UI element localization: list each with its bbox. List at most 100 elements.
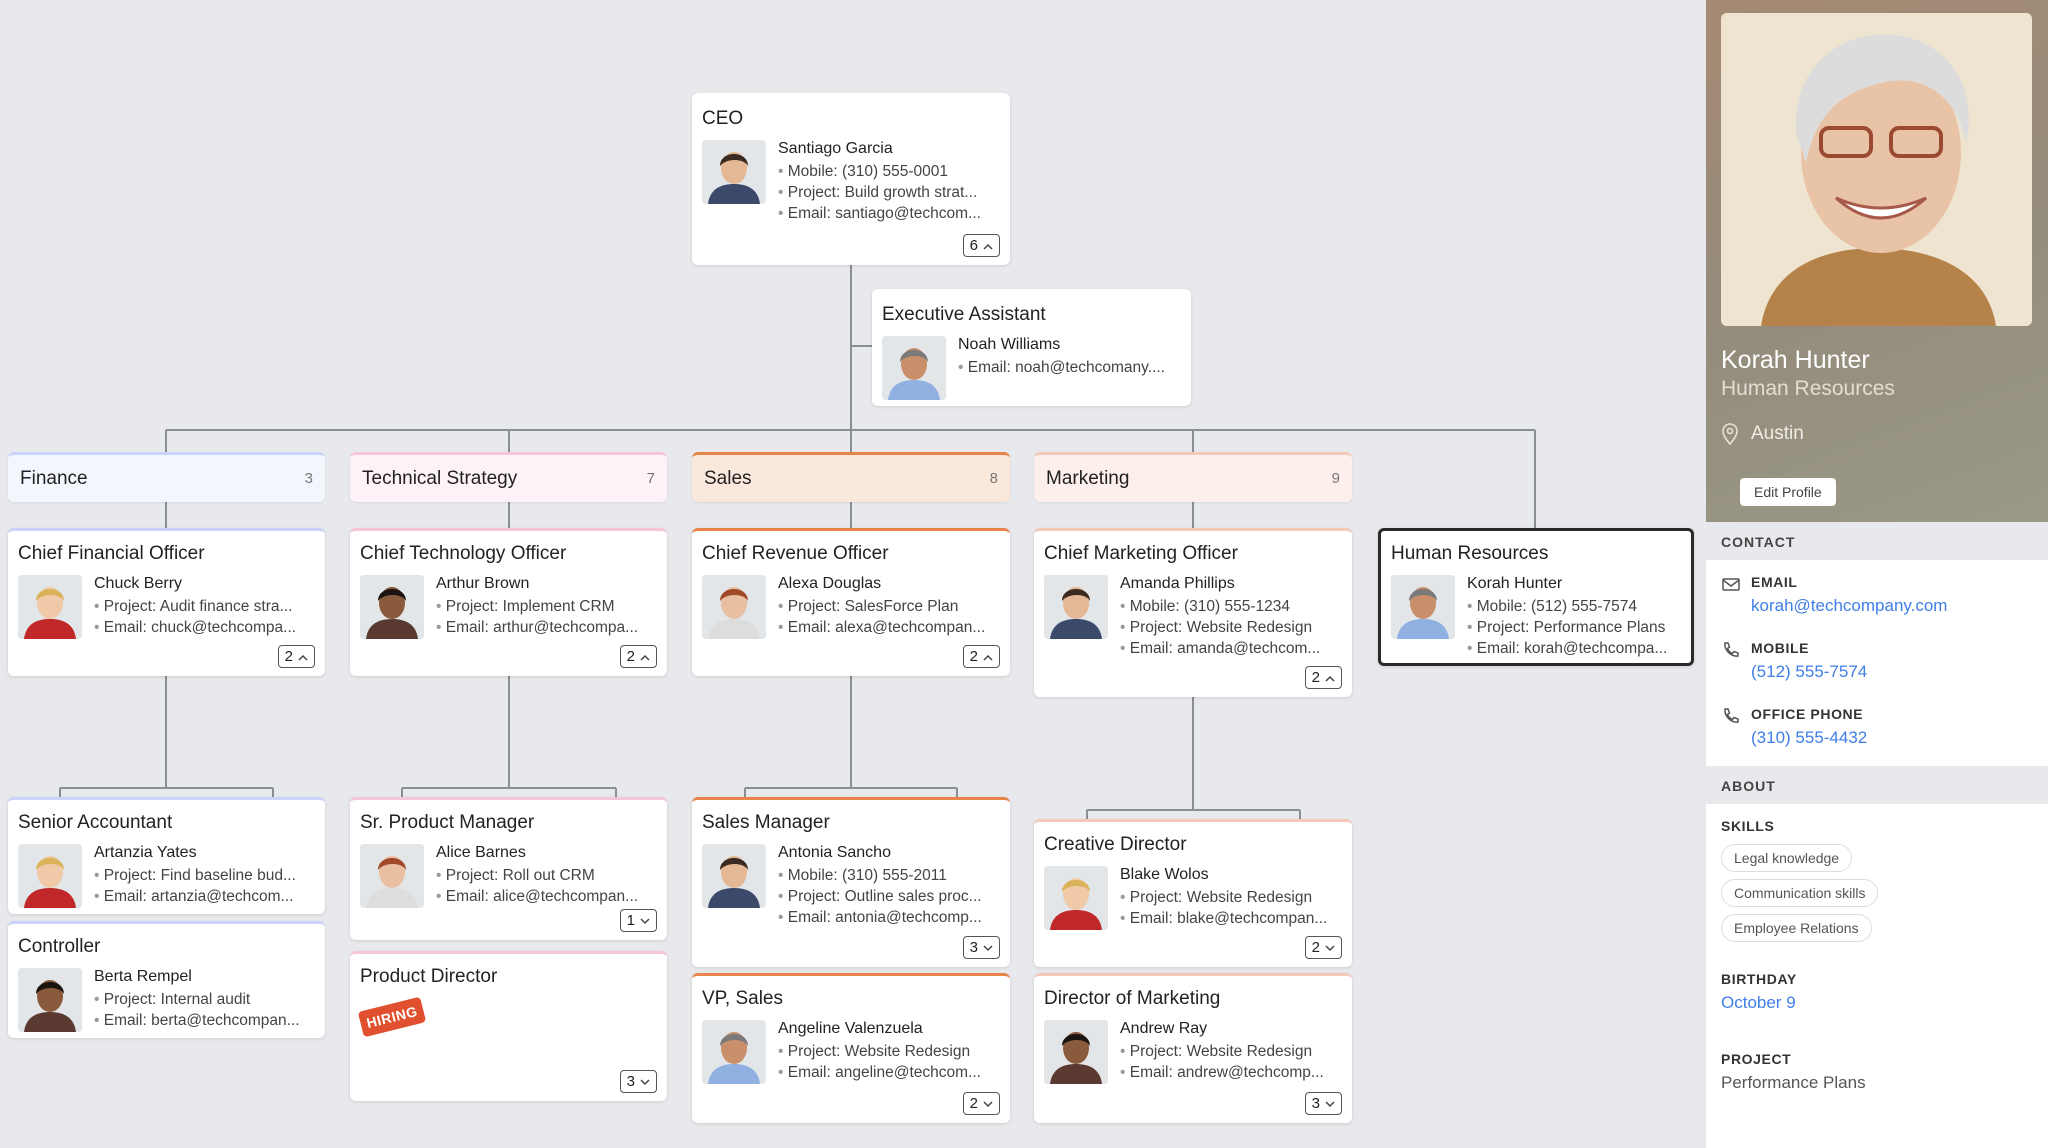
card-body: Arthur Brown Project: Implement CRMEmail:…	[360, 575, 657, 639]
mobile-label: MOBILE	[1751, 640, 1810, 656]
report-count: 2	[969, 1095, 978, 1112]
avatar	[1044, 866, 1108, 930]
card-info: Santiago Garcia Mobile: (310) 555-0001Pro…	[778, 140, 1000, 224]
report-count: 2	[626, 648, 635, 665]
detail-line: Project: Audit finance stra...	[94, 596, 315, 617]
department-header-mkt[interactable]: Marketing 9	[1034, 452, 1352, 502]
expand-reports-button[interactable]: 2	[1304, 666, 1342, 689]
expand-reports-button[interactable]: 2	[277, 645, 315, 668]
detail-line: Email: korah@techcompa...	[1467, 638, 1681, 659]
org-card-cto[interactable]: Chief Technology Officer Arthur Brown Proj…	[350, 528, 667, 676]
avatar	[18, 844, 82, 908]
card-body: Artanzia Yates Project: Find baseline bud…	[18, 844, 315, 908]
detail-line: Email: antonia@techcomp...	[778, 907, 1000, 928]
card-title: Human Resources	[1391, 543, 1549, 564]
employee-name: Korah Hunter	[1467, 575, 1563, 592]
org-card-ceo[interactable]: CEO Santiago Garcia Mobile: (310) 555-0001…	[692, 93, 1010, 265]
card-info: Andrew Ray Project: Website RedesignEmail…	[1120, 1020, 1342, 1084]
report-count: 1	[626, 912, 635, 929]
profile-header: Korah Hunter Human Resources Austin Edit…	[1706, 0, 2048, 522]
department-header-sales[interactable]: Sales 8	[692, 452, 1010, 502]
card-info: Blake Wolos Project: Website RedesignEmai…	[1120, 866, 1342, 930]
org-card-ctrl[interactable]: Controller Berta Rempel Project: Internal …	[8, 921, 325, 1038]
detail-line: Email: alice@techcompan...	[436, 886, 657, 907]
department-count: 9	[1331, 470, 1340, 487]
skill-chip: Legal knowledge	[1721, 844, 1853, 872]
detail-line: Email: amanda@techcom...	[1120, 638, 1342, 659]
org-card-sm[interactable]: Sales Manager Antonia Sancho Mobile: (310)…	[692, 797, 1010, 967]
chevron-down-icon	[983, 939, 993, 956]
department-name: Sales	[704, 467, 752, 489]
mobile-link[interactable]: (512) 555-7574	[1751, 662, 1867, 682]
department-count: 8	[989, 470, 998, 487]
card-body: Alice Barnes Project: Roll out CRMEmail: …	[360, 844, 657, 908]
location-pin-icon	[1722, 423, 1738, 445]
card-title: Sales Manager	[702, 812, 830, 833]
expand-reports-button[interactable]: 1	[619, 909, 657, 932]
department-name: Marketing	[1046, 467, 1130, 489]
report-count: 3	[626, 1073, 635, 1090]
employee-name: Andrew Ray	[1120, 1020, 1208, 1037]
org-card-cro[interactable]: Chief Revenue Officer Alexa Douglas Projec…	[692, 528, 1010, 676]
card-title: Chief Marketing Officer	[1044, 543, 1238, 564]
employee-name: Santiago Garcia	[778, 140, 893, 157]
employee-name: Antonia Sancho	[778, 844, 891, 861]
birthday-value[interactable]: October 9	[1721, 993, 2033, 1013]
office-phone-link[interactable]: (310) 555-4432	[1751, 728, 1867, 748]
expand-reports-button[interactable]: 3	[619, 1070, 657, 1093]
email-link[interactable]: korah@techcompany.com	[1751, 596, 1947, 616]
card-info: Alice Barnes Project: Roll out CRMEmail: …	[436, 844, 657, 908]
department-count: 7	[646, 470, 655, 487]
card-body: Santiago Garcia Mobile: (310) 555-0001Pro…	[702, 140, 1000, 224]
report-count: 2	[1311, 669, 1320, 686]
avatar	[1044, 575, 1108, 639]
department-header-fin[interactable]: Finance 3	[8, 452, 325, 502]
chevron-up-icon	[298, 648, 308, 665]
edit-profile-button[interactable]: Edit Profile	[1740, 478, 1836, 506]
org-card-sa[interactable]: Senior Accountant Artanzia Yates Project: …	[8, 797, 325, 914]
expand-reports-button[interactable]: 2	[962, 1092, 1000, 1115]
avatar	[702, 844, 766, 908]
card-body: Chuck Berry Project: Audit finance stra..…	[18, 575, 315, 639]
org-chart-canvas[interactable]: CEO Santiago Garcia Mobile: (310) 555-0001…	[0, 0, 1706, 1148]
report-count: 2	[1311, 939, 1320, 956]
office-phone-label: OFFICE PHONE	[1751, 706, 1864, 722]
detail-line: Project: Internal audit	[94, 989, 315, 1010]
org-card-cd[interactable]: Creative Director Blake Wolos Project: Web…	[1034, 819, 1352, 967]
employee-name: Alexa Douglas	[778, 575, 882, 592]
report-count: 6	[969, 237, 978, 254]
department-header-tech[interactable]: Technical Strategy 7	[350, 452, 667, 502]
card-title: Creative Director	[1044, 834, 1187, 855]
report-count: 3	[1311, 1095, 1320, 1112]
expand-reports-button[interactable]: 3	[1304, 1092, 1342, 1115]
contact-section-header: CONTACT	[1706, 522, 2048, 560]
expand-reports-button[interactable]: 2	[1304, 936, 1342, 959]
org-card-pd[interactable]: Product Director HIRING 3	[350, 951, 667, 1101]
org-card-dm[interactable]: Director of Marketing Andrew Ray Project: …	[1034, 973, 1352, 1123]
employee-name: Angeline Valenzuela	[778, 1020, 923, 1037]
report-count: 3	[969, 939, 978, 956]
location-text: Austin	[1751, 423, 1804, 444]
expand-reports-button[interactable]: 2	[619, 645, 657, 668]
chevron-up-icon	[640, 648, 650, 665]
card-info: Artanzia Yates Project: Find baseline bud…	[94, 844, 315, 908]
org-card-hr[interactable]: Human Resources Korah Hunter Mobile: (512)…	[1378, 528, 1694, 666]
contact-email: EMAIL korah@techcompany.com	[1706, 560, 2048, 626]
expand-reports-button[interactable]: 3	[962, 936, 1000, 959]
org-card-spm[interactable]: Sr. Product Manager Alice Barnes Project: …	[350, 797, 667, 940]
avatar	[360, 844, 424, 908]
skill-chip: Employee Relations	[1721, 914, 1872, 942]
expand-reports-button[interactable]: 6	[962, 234, 1000, 257]
card-title: Chief Revenue Officer	[702, 543, 889, 564]
org-card-cfo[interactable]: Chief Financial Officer Chuck Berry Projec…	[8, 528, 325, 676]
org-card-cmo[interactable]: Chief Marketing Officer Amanda Phillips Mo…	[1034, 528, 1352, 697]
department-count: 3	[304, 470, 313, 487]
expand-reports-button[interactable]: 2	[962, 645, 1000, 668]
profile-photo	[1721, 13, 2032, 326]
chevron-down-icon	[983, 1095, 993, 1112]
detail-line: Project: Find baseline bud...	[94, 865, 315, 886]
card-info: Chuck Berry Project: Audit finance stra..…	[94, 575, 315, 639]
card-body: Angeline Valenzuela Project: Website Rede…	[702, 1020, 1000, 1084]
org-card-ea[interactable]: Executive Assistant Noah Williams Email: n…	[872, 289, 1191, 406]
org-card-vp[interactable]: VP, Sales Angeline Valenzuela Project: Web…	[692, 973, 1010, 1123]
